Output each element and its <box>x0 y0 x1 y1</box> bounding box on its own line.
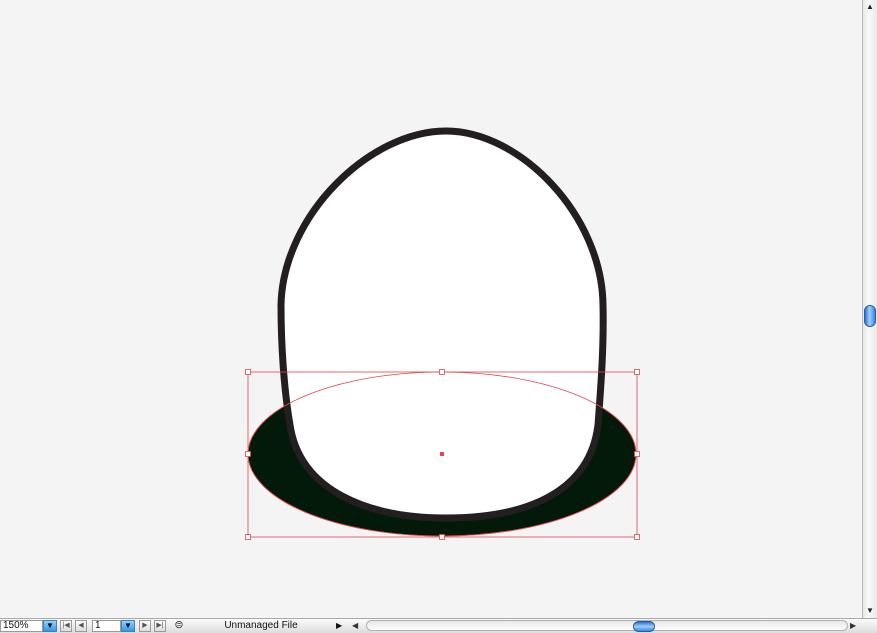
scroll-up-arrow-icon[interactable]: ▲ <box>863 0 877 13</box>
scroll-left-arrow-icon[interactable]: ◀ <box>352 620 362 631</box>
handle-bottom-center[interactable] <box>439 534 445 540</box>
handle-bottom-right[interactable] <box>634 534 640 540</box>
handle-middle-left[interactable] <box>245 451 251 457</box>
vertical-scroll-thumb[interactable] <box>864 305 876 327</box>
scroll-down-arrow-icon[interactable]: ▼ <box>863 604 877 617</box>
prev-page-icon[interactable]: ◀ <box>75 620 87 632</box>
horizontal-scroll-thumb[interactable] <box>633 621 655 632</box>
horizontal-scrollbar[interactable]: ◀ ▶ <box>352 620 862 632</box>
next-page-icon[interactable]: ▶ <box>139 620 151 632</box>
handle-middle-right[interactable] <box>634 451 640 457</box>
zoom-dropdown-icon[interactable]: ▼ <box>43 620 57 632</box>
handle-bottom-left[interactable] <box>245 534 251 540</box>
handle-top-center[interactable] <box>439 369 445 375</box>
center-point <box>440 452 444 456</box>
status-menu-arrow-icon[interactable]: ▶ <box>336 620 346 632</box>
vertical-scrollbar[interactable]: ▲ ▼ <box>862 0 877 618</box>
status-text: Unmanaged File <box>224 620 298 631</box>
last-page-icon[interactable]: ▶| <box>154 620 166 632</box>
first-page-icon[interactable]: |◀ <box>60 620 72 632</box>
page-dropdown-icon[interactable]: ▼ <box>121 620 135 632</box>
zoom-level-field[interactable]: 150% <box>0 620 43 632</box>
scroll-right-arrow-icon[interactable]: ▶ <box>850 620 860 631</box>
handle-top-left[interactable] <box>245 369 251 375</box>
status-bar: 150% ▼ |◀ ◀ 1 ▼ ▶ ▶| ⊜ Unmanaged File ▶ … <box>0 618 877 633</box>
handle-top-right[interactable] <box>634 369 640 375</box>
egg-shape[interactable] <box>277 127 607 522</box>
artwork <box>245 127 640 540</box>
page-number-field[interactable]: 1 <box>92 620 121 632</box>
artboard-canvas[interactable] <box>0 0 862 618</box>
version-cue-icon[interactable]: ⊜ <box>172 620 186 632</box>
horizontal-scroll-track[interactable] <box>366 620 848 632</box>
